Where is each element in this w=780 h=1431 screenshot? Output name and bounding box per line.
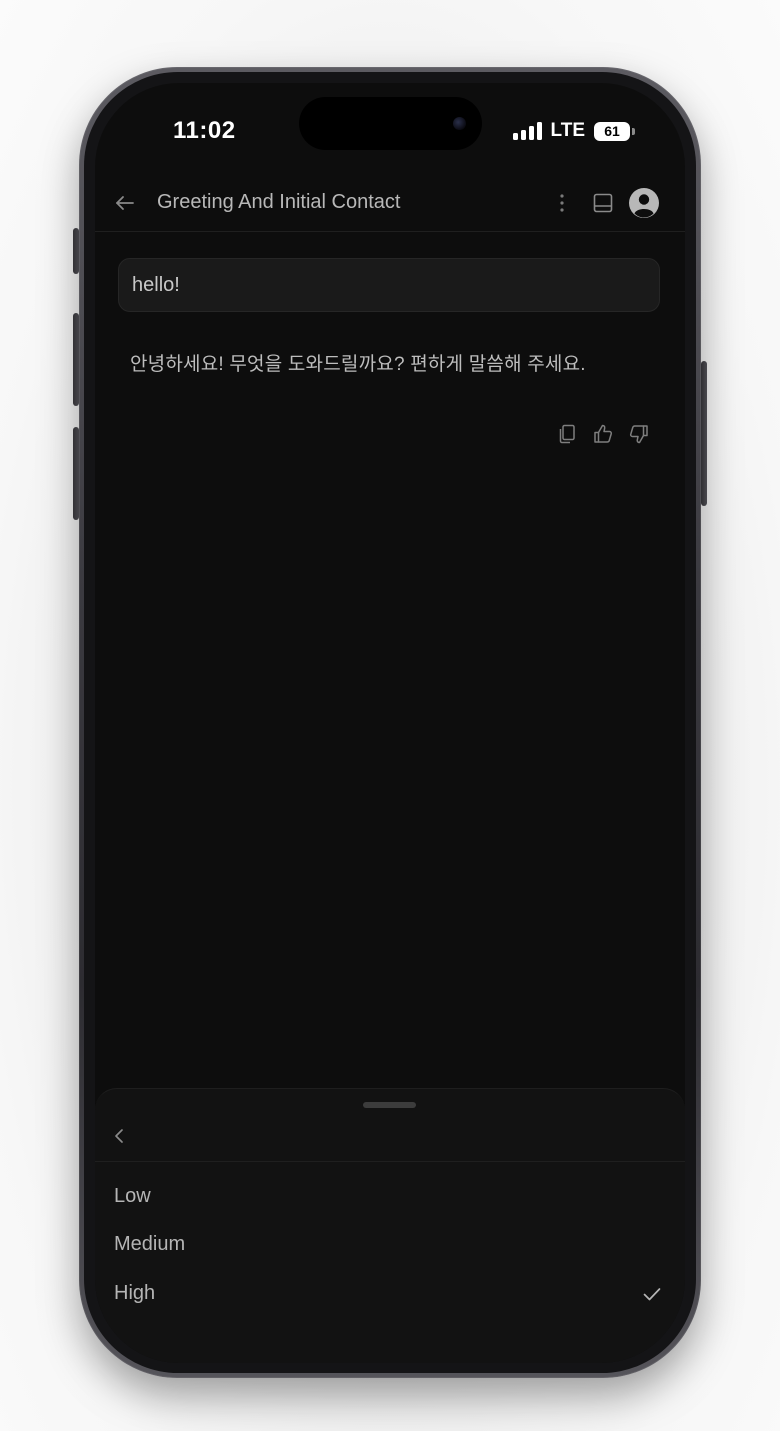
sheet-divider [95,1161,685,1162]
network-label: LTE [550,120,585,141]
reasoning-level-sheet: Low Medium High [95,1088,685,1363]
checkmark-icon [643,1288,661,1301]
arrow-left-icon[interactable] [113,191,137,215]
kebab-menu-icon[interactable] [551,190,573,216]
copy-icon[interactable] [555,422,579,446]
sheet-drag-handle[interactable] [363,1102,416,1108]
signal-icon [512,122,542,140]
option-high[interactable]: High [95,1270,685,1318]
chat-title[interactable]: Greeting And Initial Contact [157,191,400,214]
chat-header: Greeting And Initial Contact [95,178,685,232]
option-low[interactable]: Low [95,1173,685,1221]
battery-icon: 61 [594,121,635,141]
phone-screen: 11:02 LTE 61 Greeting And Initial Contac… [95,83,685,1363]
message-actions [555,422,651,446]
sidebar-icon[interactable] [591,191,615,215]
camera-icon [453,117,466,130]
device-stage: 11:02 LTE 61 Greeting And Initial Contac… [0,0,780,1431]
option-label: Medium [114,1233,186,1255]
user-avatar-icon[interactable] [628,187,660,219]
thumbs-up-icon[interactable] [591,422,615,446]
option-label: Low [114,1185,151,1207]
thumbs-down-icon[interactable] [627,422,651,446]
user-message-text: hello! [132,274,180,296]
power-button [701,361,707,506]
option-medium[interactable]: Medium [95,1221,685,1269]
user-message-bubble: hello! [118,258,660,312]
status-indicators: LTE 61 [512,120,635,142]
dynamic-island [299,97,482,150]
chevron-left-icon[interactable] [109,1125,131,1147]
battery-level: 61 [604,123,620,139]
option-label: High [114,1282,156,1304]
assistant-message-text: 안녕하세요! 무엇을 도와드릴까요? 편하게 말씀해 주세요. [130,354,586,375]
status-time: 11:02 [173,117,236,144]
